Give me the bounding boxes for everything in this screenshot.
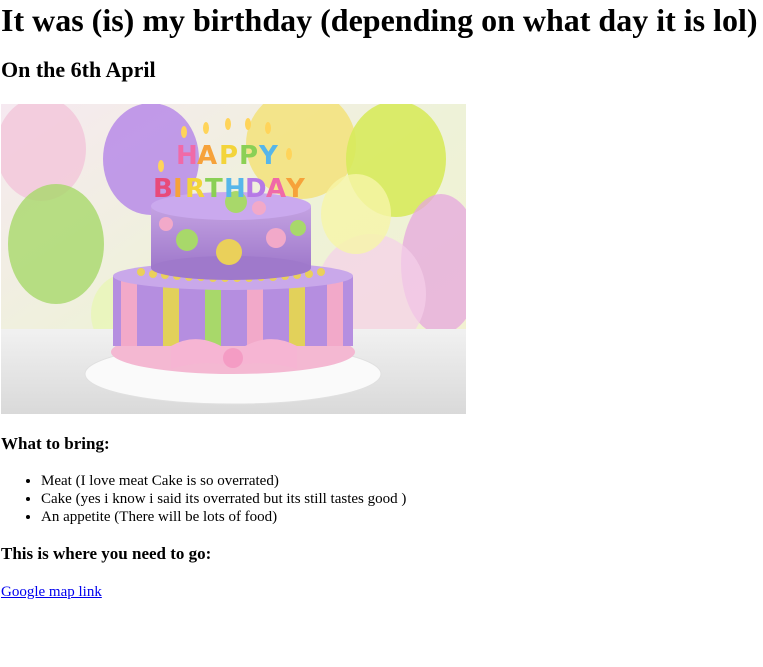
svg-text:P: P: [239, 141, 258, 171]
svg-text:A: A: [197, 141, 217, 171]
svg-text:H: H: [224, 174, 246, 204]
svg-text:H: H: [176, 141, 198, 171]
svg-text:R: R: [185, 174, 205, 204]
bring-heading: What to bring:: [1, 434, 110, 453]
where-heading: This is where you need to go:: [1, 544, 212, 563]
bring-list: Meat (I love meat Cake is so overrated) …: [1, 472, 763, 526]
svg-text:P: P: [219, 141, 238, 171]
svg-text:D: D: [245, 174, 267, 204]
page-subtitle: On the 6th April: [1, 57, 156, 82]
list-item: Meat (I love meat Cake is so overrated): [41, 472, 763, 490]
svg-text:A: A: [266, 174, 286, 204]
svg-text:B: B: [153, 174, 173, 204]
page-title: It was (is) my birthday (depending on wh…: [1, 2, 758, 38]
list-item: An appetite (There will be lots of food): [41, 508, 763, 526]
svg-text:Y: Y: [285, 174, 306, 204]
list-item: Cake (yes i know i said its overrated bu…: [41, 490, 763, 508]
svg-text:I: I: [173, 174, 183, 204]
birthday-cake-image: H A P P Y B I R T H D A Y: [1, 104, 466, 414]
page: It was (is) my birthday (depending on wh…: [0, 0, 763, 601]
svg-text:Y: Y: [258, 141, 279, 171]
svg-text:T: T: [205, 174, 223, 204]
google-map-link[interactable]: Google map link: [1, 583, 102, 601]
